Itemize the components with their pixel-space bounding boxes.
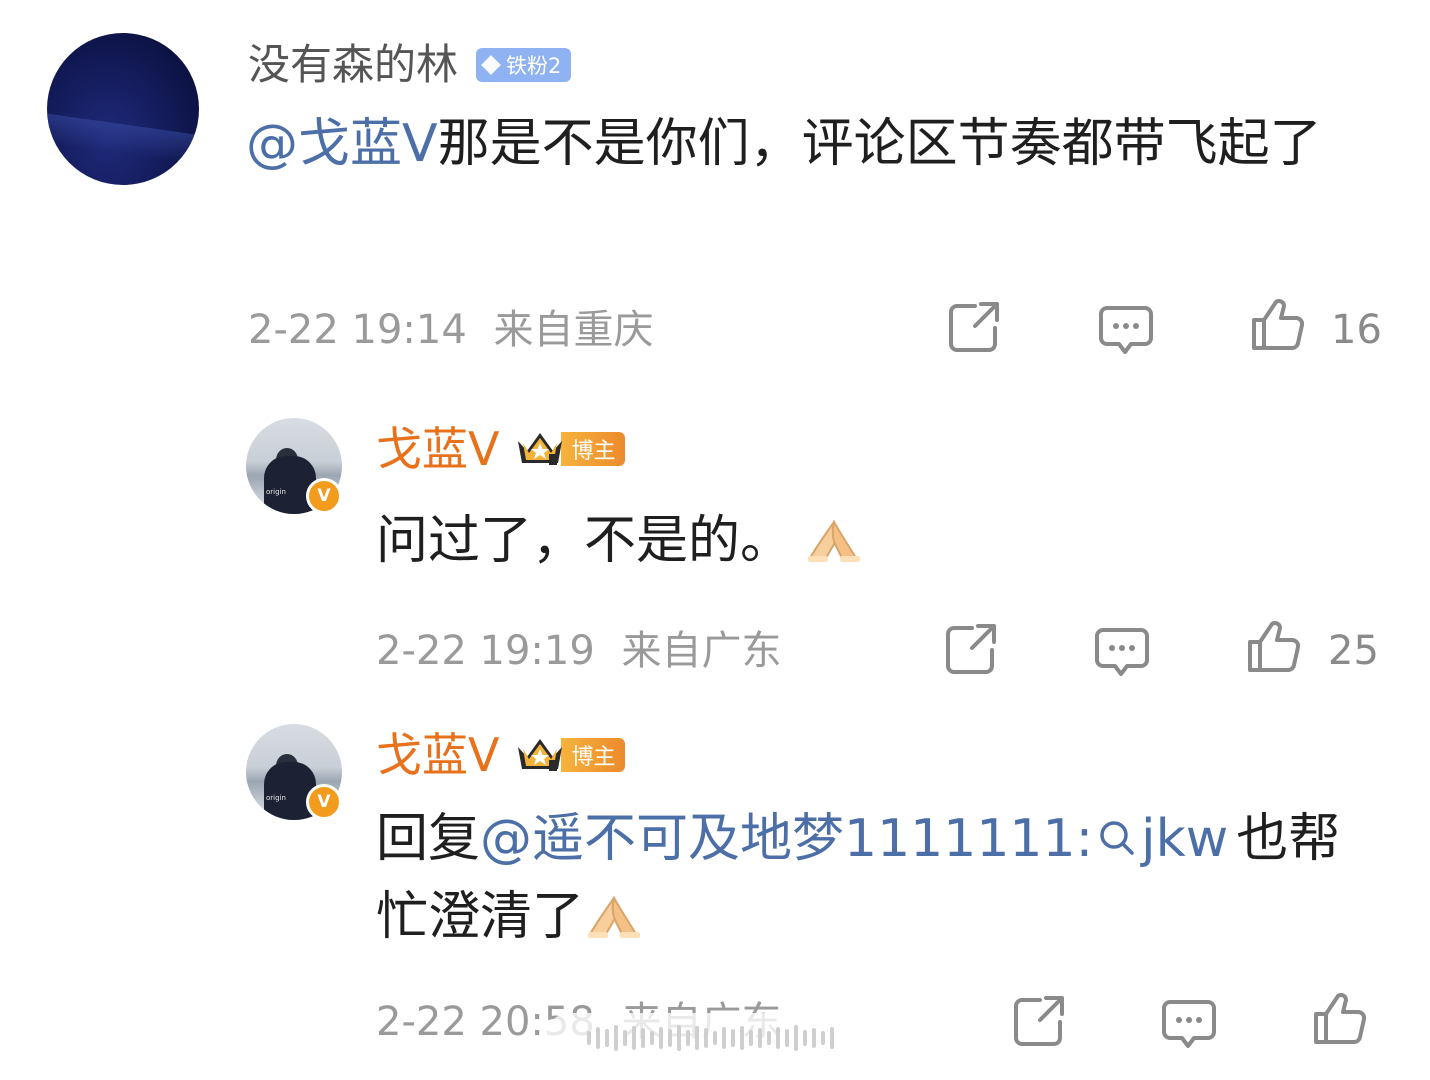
mention-link[interactable]: @戈蓝V (246, 114, 438, 174)
reply-text: 回复@遥不可及地梦1111111: jkw 也帮忙澄清了 (376, 800, 1356, 956)
search-icon (1097, 802, 1137, 855)
reply-meta: 2-22 19:19 来自广东 (376, 631, 782, 671)
mention-link[interactable]: @遥不可及地梦1111111 (480, 809, 1076, 869)
mention-colon: : (1075, 809, 1094, 869)
comment-time: 2-22 19:14 (248, 307, 467, 353)
comment-body: 那是不是你们，评论区节奏都带飞起了 (437, 114, 1322, 174)
like-icon[interactable] (1248, 296, 1306, 354)
reply-location: 来自广东 (621, 628, 782, 674)
host-tag-label: 博主 (561, 738, 626, 772)
share-icon[interactable] (945, 298, 1003, 356)
avatar-brand-text: origin (266, 488, 286, 496)
verified-badge-icon: V (306, 478, 342, 514)
like-count: 16 (1331, 307, 1382, 353)
host-tag-label: 博主 (561, 432, 626, 466)
comment-icon[interactable] (1093, 622, 1151, 680)
crown-icon (515, 735, 565, 775)
like-count: 25 (1328, 628, 1379, 674)
pray-hands-icon (804, 508, 862, 562)
like-icon[interactable] (1310, 990, 1368, 1048)
watermark-overlay (545, 1013, 875, 1063)
reply-username[interactable]: 戈蓝V (376, 732, 499, 778)
avatar-brand-text: origin (266, 794, 286, 802)
host-badge[interactable]: 博主 (515, 426, 626, 472)
reply-prefix: 回复 (376, 809, 481, 869)
commenter-avatar[interactable] (47, 33, 199, 185)
search-keyword-link[interactable]: jkw (1093, 809, 1228, 869)
fan-badge-label: 铁粉2 (506, 54, 562, 78)
share-icon[interactable] (1010, 992, 1068, 1050)
comment-text: @戈蓝V那是不是你们，评论区节奏都带飞起了 (246, 105, 1386, 183)
diamond-icon (481, 55, 501, 75)
commenter-username[interactable]: 没有森的林 (248, 44, 458, 86)
fan-badge[interactable]: 铁粉2 (476, 48, 572, 82)
reply-username[interactable]: 戈蓝V (376, 426, 499, 472)
crown-icon (515, 429, 565, 469)
comment-icon[interactable] (1160, 994, 1218, 1052)
share-icon[interactable] (942, 620, 1000, 678)
host-badge[interactable]: 博主 (515, 732, 626, 778)
comment-location: 来自重庆 (493, 307, 654, 353)
reply-body: 问过了，不是的。 (376, 511, 793, 571)
search-keyword-label: jkw (1141, 809, 1229, 869)
reply-text: 问过了，不是的。 (376, 502, 862, 580)
verified-badge-icon: V (306, 784, 342, 820)
reply-time: 2-22 19:19 (376, 628, 595, 674)
comment-meta: 2-22 19:14 来自重庆 (248, 310, 654, 350)
like-icon[interactable] (1244, 618, 1302, 676)
comment-icon[interactable] (1097, 300, 1155, 358)
pray-hands-icon (584, 884, 642, 938)
